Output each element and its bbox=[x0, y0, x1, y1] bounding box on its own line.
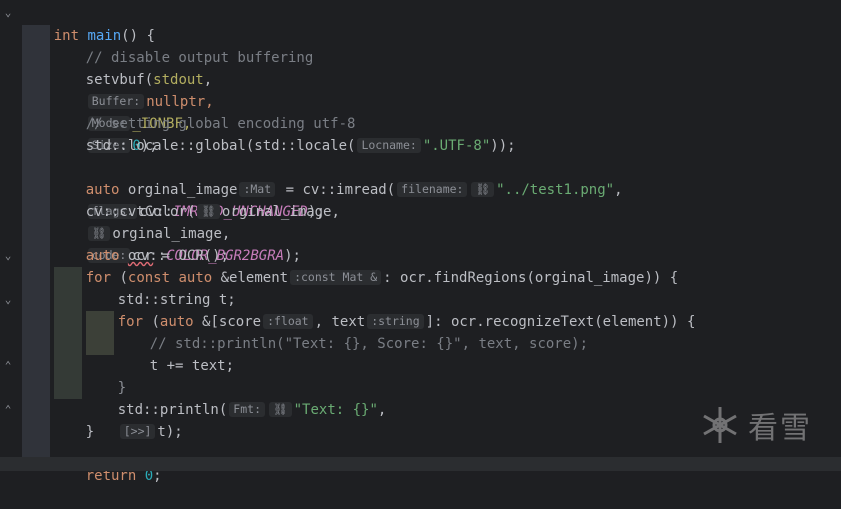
code-line: auto orginal_image:Mat = cv::imread(file… bbox=[85, 182, 623, 220]
code-line: auto ocr = OCR(); bbox=[85, 248, 230, 264]
code-line: // disable output buffering bbox=[52, 25, 314, 66]
code-line: cv::cvtColor(⛓ orginal_image, ⛓ orginal_im… bbox=[85, 204, 340, 264]
chevron-up-icon[interactable]: ⌃ bbox=[2, 404, 14, 416]
watermark-text: 看雪 bbox=[748, 411, 812, 446]
inlay-hint: [>>] bbox=[119, 424, 156, 439]
link-icon: ⛓ bbox=[471, 182, 495, 197]
chevron-down-icon[interactable]: ⌄ bbox=[2, 250, 14, 262]
indent-guide bbox=[22, 25, 50, 457]
code-line: // std::println("Text: {}, Score: {}", t… bbox=[116, 311, 588, 352]
inlay-hint: :const Mat & bbox=[290, 270, 382, 285]
code-line: setvbuf(stdout, Buffer: nullptr, Mode: _IO… bbox=[85, 72, 214, 154]
watermark: 看雪 bbox=[700, 400, 825, 450]
link-icon: ⛓ bbox=[197, 204, 220, 219]
chevron-down-icon[interactable]: ⌄ bbox=[2, 7, 14, 19]
code-line: // setting global encoding utf-8 bbox=[52, 91, 356, 132]
code-line: for (auto &[score:float, text:string]: o… bbox=[117, 314, 696, 330]
code-line: for (const auto &element:const Mat &: oc… bbox=[85, 270, 679, 286]
inlay-hint: Locname: bbox=[357, 138, 421, 153]
inlay-hint: Fmt: bbox=[229, 402, 265, 417]
inlay-hint: filename: bbox=[397, 182, 468, 197]
code-line: std::locale::global(std::locale(Locname:… bbox=[85, 138, 516, 154]
code-line: std::string t; bbox=[117, 292, 236, 308]
editor-gutter: ⌄ ⌄ ⌄ ⌃ ⌃ bbox=[0, 0, 18, 471]
link-icon: ⛓ bbox=[269, 402, 292, 417]
code-line: } bbox=[85, 424, 95, 440]
code-line: } bbox=[117, 380, 127, 396]
horizontal-scrollbar[interactable] bbox=[0, 457, 841, 471]
chevron-down-icon[interactable]: ⌄ bbox=[2, 294, 14, 306]
code-line: t += text; bbox=[149, 358, 235, 374]
snowflake-icon bbox=[703, 407, 737, 443]
code-line: int main() { bbox=[53, 28, 155, 44]
chevron-up-icon[interactable]: ⌃ bbox=[2, 360, 14, 372]
code-line: std::println(Fmt: ⛓ "Text: {}", [>>] t); bbox=[117, 402, 387, 440]
